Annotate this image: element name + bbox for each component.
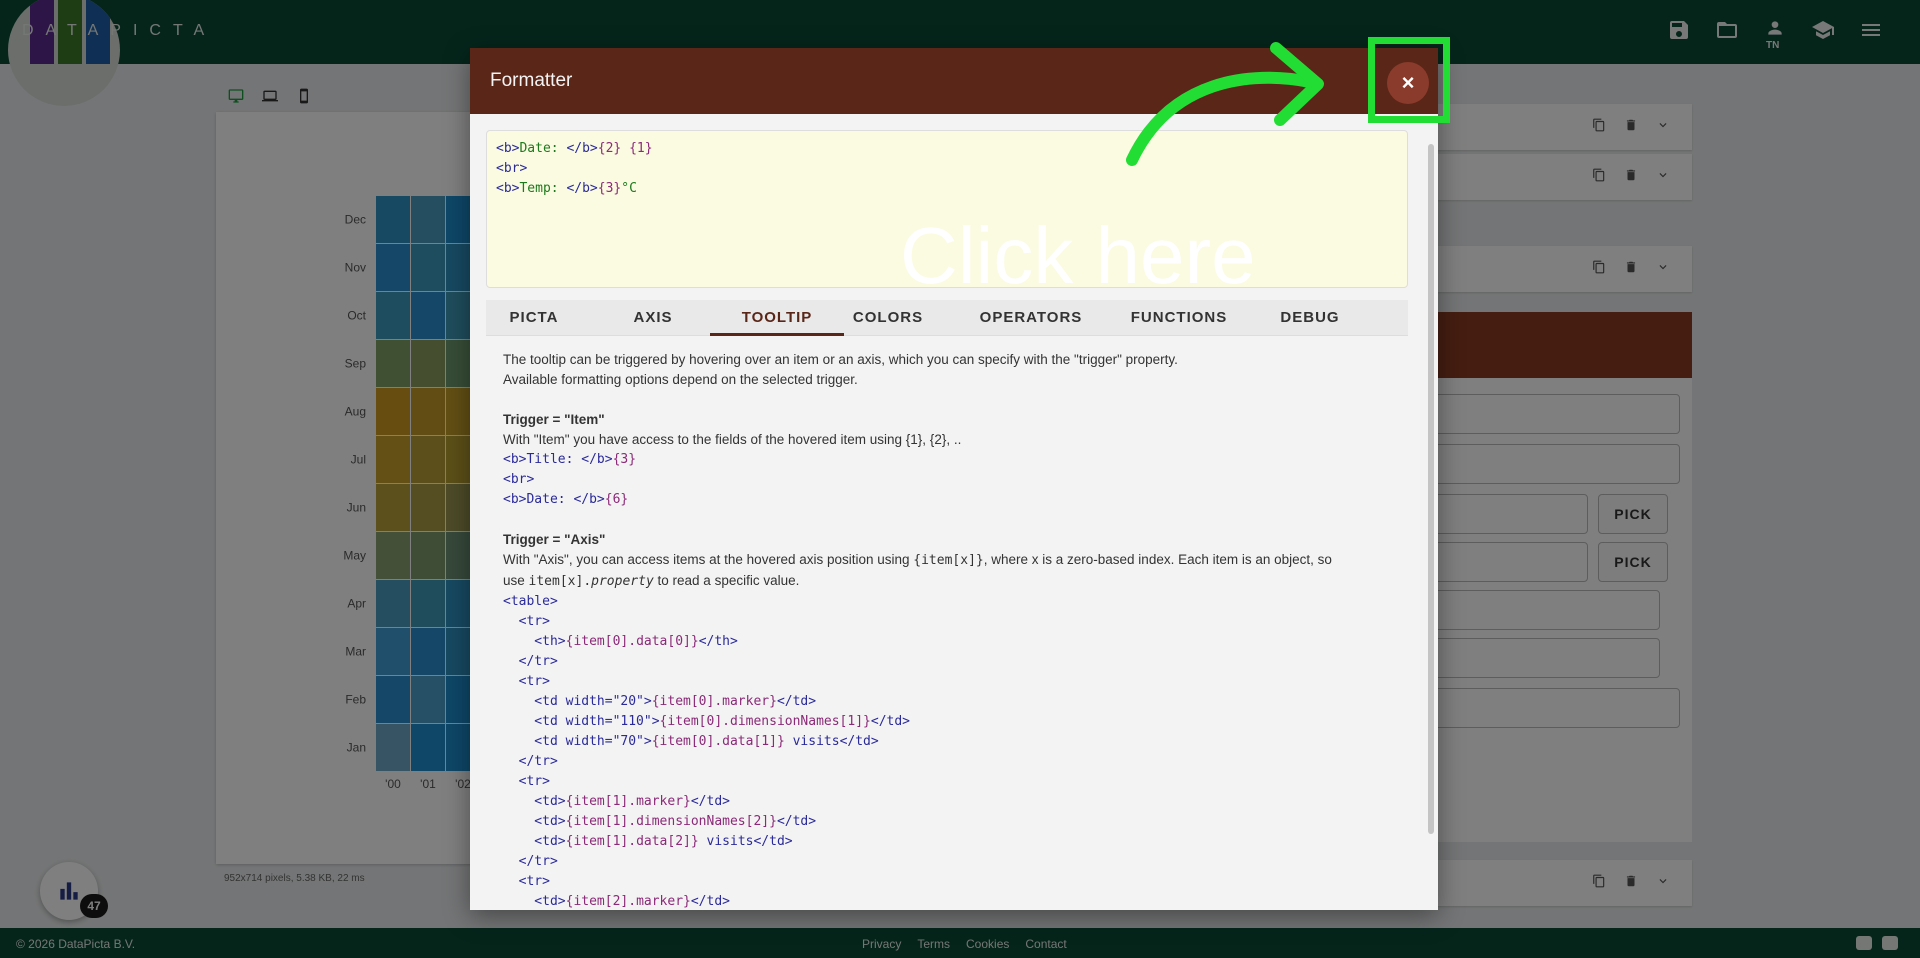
help-content: The tooltip can be triggered by hovering… <box>486 336 1408 910</box>
code-token: Date: <box>519 141 567 156</box>
item-trigger-description: With "Item" you have access to the field… <box>503 432 962 447</box>
code-token: °C <box>621 181 637 196</box>
code-token: <th> <box>503 634 566 649</box>
code-line: <th>{item[0].data[0]}</th> <box>503 632 1391 652</box>
code-token: </td> <box>776 814 817 829</box>
code-token: {item[2].marker} <box>565 894 691 909</box>
code-token: Title: <box>526 452 582 467</box>
code-token: <td> <box>503 814 566 829</box>
code-token: {2} {1} <box>597 141 653 156</box>
tab-colors[interactable]: COLORS <box>850 300 926 336</box>
code-token: </b> <box>581 452 613 467</box>
axis-code-example: <table> <tr> <th>{item[0].data[0]}</th> … <box>503 592 1391 910</box>
axis-trigger-description: With "Axis", you can access items at the… <box>503 552 1332 568</box>
code-token: {3} <box>597 181 622 196</box>
code-token: visits</td> <box>698 834 793 849</box>
code-line: <td width="70">{item[0].data[1]} visits<… <box>503 732 1391 752</box>
code-line: <b>Title: </b>{3} <box>503 450 1391 470</box>
code-token: <b> <box>503 492 527 507</box>
code-line: <td width="20">{item[0].marker}</td> <box>503 692 1391 712</box>
code-token: {item[0].data[0]} <box>565 634 699 649</box>
code-token: </td> <box>776 694 817 709</box>
code-line: <tr> <box>503 772 1391 792</box>
code-line: <td width="110">{item[0].dimensionNames[… <box>503 712 1391 732</box>
code-token: <br> <box>496 161 528 176</box>
tab-picta[interactable]: PICTA <box>506 300 562 336</box>
code-line: <td>{item[1].marker}</td> <box>503 792 1391 812</box>
code-token: <td> <box>503 794 566 809</box>
code-token: <tr> <box>503 614 550 629</box>
code-line: <tr> <box>503 672 1391 692</box>
code-token: <tr> <box>503 774 550 789</box>
code-line: <br> <box>503 470 1391 490</box>
tab-tooltip[interactable]: TOOLTIP <box>710 300 844 336</box>
code-token: </td> <box>690 794 730 809</box>
code-token: <table> <box>503 594 558 609</box>
dialog-scrollbar[interactable] <box>1428 144 1434 834</box>
tab-debug[interactable]: DEBUG <box>1274 300 1346 336</box>
code-token: Temp: <box>519 181 567 196</box>
code-token: </th> <box>698 634 738 649</box>
dialog-title: Formatter <box>490 70 573 91</box>
code-token: {item[0].data[1]} <box>651 734 785 749</box>
tab-operators[interactable]: OPERATORS <box>976 300 1086 336</box>
click-here-label: Click here <box>900 211 1256 300</box>
code-line: <table> <box>503 592 1391 612</box>
code-line: <tr> <box>503 612 1391 632</box>
code-line: <b>Date: </b>{6} <box>503 490 1391 510</box>
code-token: {item[1].marker} <box>565 794 691 809</box>
code-line: <td>{item[1].data[2]} visits</td> <box>503 832 1391 852</box>
axis-trigger-description: use item[x].property to read a specific … <box>503 573 800 589</box>
code-line: </tr> <box>503 752 1391 772</box>
code-token: </b> <box>566 141 598 156</box>
arrow-icon <box>1126 42 1324 166</box>
help-tabs: PICTA AXIS TOOLTIP COLORS OPERATORS FUNCTIONS… <box>486 300 1408 336</box>
code-token: {3} <box>612 452 637 467</box>
code-token: </tr> <box>503 754 558 769</box>
code-token: </td> <box>870 714 911 729</box>
code-token: </b> <box>566 181 598 196</box>
tab-axis[interactable]: AXIS <box>626 300 680 336</box>
item-trigger-heading: Trigger = "Item" <box>503 412 605 427</box>
code-token: <b> <box>503 452 527 467</box>
code-token: <td width="20"> <box>503 694 652 709</box>
code-token: <td> <box>503 894 566 909</box>
code-token: <b> <box>496 181 520 196</box>
code-token: <b> <box>496 141 520 156</box>
code-token: </b> <box>573 492 605 507</box>
highlight-box <box>1368 37 1450 123</box>
code-token: <td width="70"> <box>503 734 652 749</box>
help-intro: Available formatting options depend on t… <box>503 372 858 387</box>
code-token: <td> <box>503 834 566 849</box>
code-line: </tr> <box>503 652 1391 672</box>
code-token: <tr> <box>503 674 550 689</box>
code-token: <br> <box>503 472 535 487</box>
code-token: </tr> <box>503 854 558 869</box>
help-intro: The tooltip can be triggered by hovering… <box>503 352 1178 367</box>
item-code-example: <b>Title: </b>{3} <br> <b>Date: </b>{6} <box>503 450 1391 510</box>
code-token: {6} <box>604 492 629 507</box>
code-token: visits</td> <box>784 734 879 749</box>
tab-functions[interactable]: FUNCTIONS <box>1126 300 1232 336</box>
code-token: {item[1].dimensionNames[2]} <box>565 814 777 829</box>
code-token: {item[0].dimensionNames[1]} <box>659 714 871 729</box>
code-line: <td>{item[1].dimensionNames[2]}</td> <box>503 812 1391 832</box>
code-token: {item[1].data[2]} <box>565 834 699 849</box>
code-line: </tr> <box>503 852 1391 872</box>
code-line: <td>{item[2].marker}</td> <box>503 892 1391 910</box>
axis-trigger-heading: Trigger = "Axis" <box>503 532 606 547</box>
code-token: </td> <box>690 894 730 909</box>
code-token: <td width="110"> <box>503 714 660 729</box>
code-token: <tr> <box>503 874 550 889</box>
code-line: <tr> <box>503 872 1391 892</box>
code-token: {item[0].marker} <box>651 694 777 709</box>
code-token: </tr> <box>503 654 558 669</box>
code-token: Date: <box>526 492 574 507</box>
